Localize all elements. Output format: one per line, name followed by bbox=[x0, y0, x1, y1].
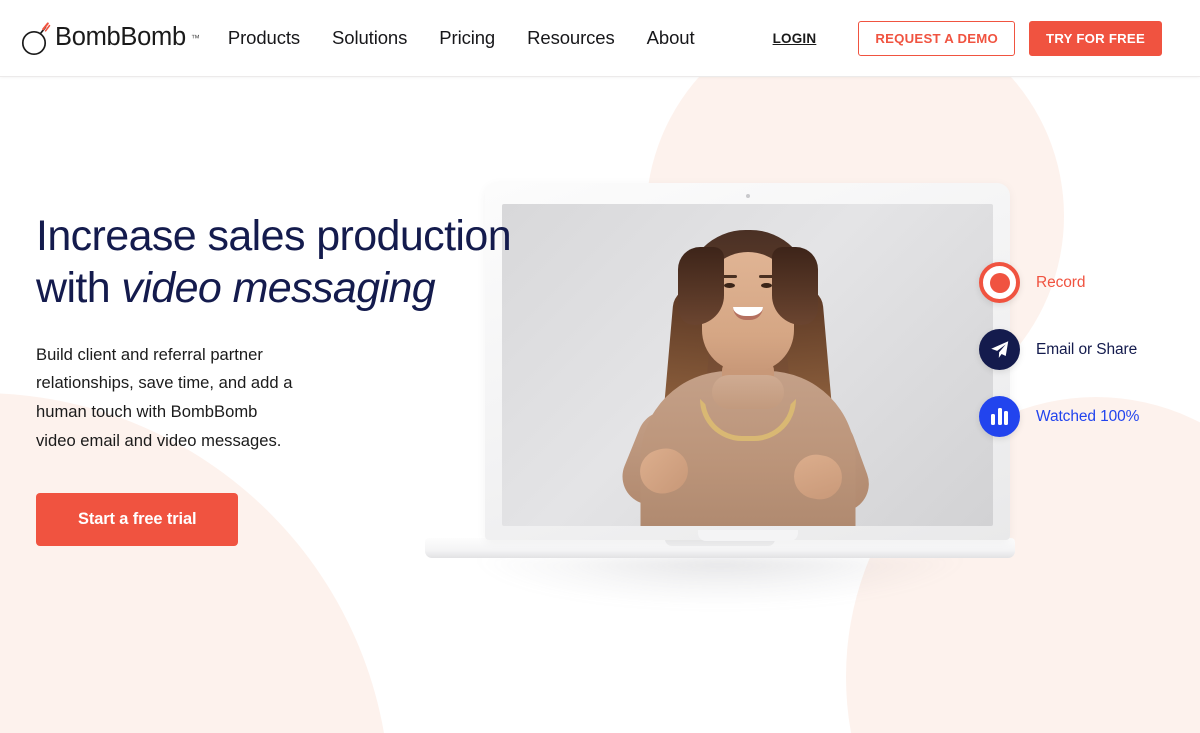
hero-copy: Increase sales production with video mes… bbox=[36, 210, 536, 547]
badge-record[interactable]: Record bbox=[979, 262, 1139, 303]
nav-item-about[interactable]: About bbox=[631, 21, 711, 55]
brand-trademark: ™ bbox=[190, 33, 200, 43]
record-circle-icon bbox=[979, 262, 1020, 303]
laptop-shadow bbox=[477, 557, 963, 607]
header-actions: LOGIN REQUEST A DEMO TRY FOR FREE bbox=[773, 20, 1162, 56]
badge-email-or-share[interactable]: Email or Share bbox=[979, 329, 1139, 370]
start-free-trial-button[interactable]: Start a free trial bbox=[36, 493, 239, 547]
main-navigation: Products Solutions Pricing Resources Abo… bbox=[228, 21, 711, 55]
nav-item-resources[interactable]: Resources bbox=[511, 21, 631, 55]
headline-line-2-prefix: with bbox=[36, 264, 122, 313]
webcam-icon bbox=[745, 194, 750, 198]
laptop-lid-notch bbox=[697, 530, 798, 541]
hero-subcopy: Build client and referral partner relati… bbox=[36, 344, 293, 450]
site-header: BombBomb ™ Products Solutions Pricing Re… bbox=[0, 0, 1200, 77]
request-demo-button[interactable]: REQUEST A DEMO bbox=[858, 20, 1016, 56]
headline-line-2-italic: video messaging bbox=[121, 264, 436, 313]
bar-chart-icon bbox=[979, 396, 1020, 437]
hero-section: Increase sales production with video mes… bbox=[0, 77, 1200, 733]
brand-logo-link[interactable]: BombBomb ™ bbox=[19, 20, 200, 56]
badge-record-label: Record bbox=[1036, 273, 1086, 291]
badge-watched-label: Watched 100% bbox=[1036, 407, 1140, 425]
try-for-free-button[interactable]: TRY FOR FREE bbox=[1029, 20, 1162, 56]
nav-item-solutions[interactable]: Solutions bbox=[316, 21, 423, 55]
badge-watched[interactable]: Watched 100% bbox=[979, 396, 1139, 437]
video-presenter-image bbox=[502, 204, 993, 526]
laptop-lid bbox=[485, 183, 1010, 541]
login-link[interactable]: LOGIN bbox=[773, 31, 817, 46]
headline-line-1: Increase sales production bbox=[36, 212, 512, 260]
nav-item-pricing[interactable]: Pricing bbox=[423, 21, 511, 55]
paper-plane-icon bbox=[979, 329, 1020, 370]
hero-headline: Increase sales production with video mes… bbox=[36, 210, 536, 315]
bomb-icon bbox=[21, 22, 51, 56]
badge-email-or-share-label: Email or Share bbox=[1036, 340, 1138, 358]
nav-item-products[interactable]: Products bbox=[228, 21, 316, 55]
laptop-screen[interactable] bbox=[502, 204, 993, 526]
feature-badge-list: Record Email or Share Watched 100% bbox=[979, 262, 1139, 437]
brand-name: BombBomb bbox=[55, 23, 186, 52]
page-root: BombBomb ™ Products Solutions Pricing Re… bbox=[0, 0, 1200, 733]
